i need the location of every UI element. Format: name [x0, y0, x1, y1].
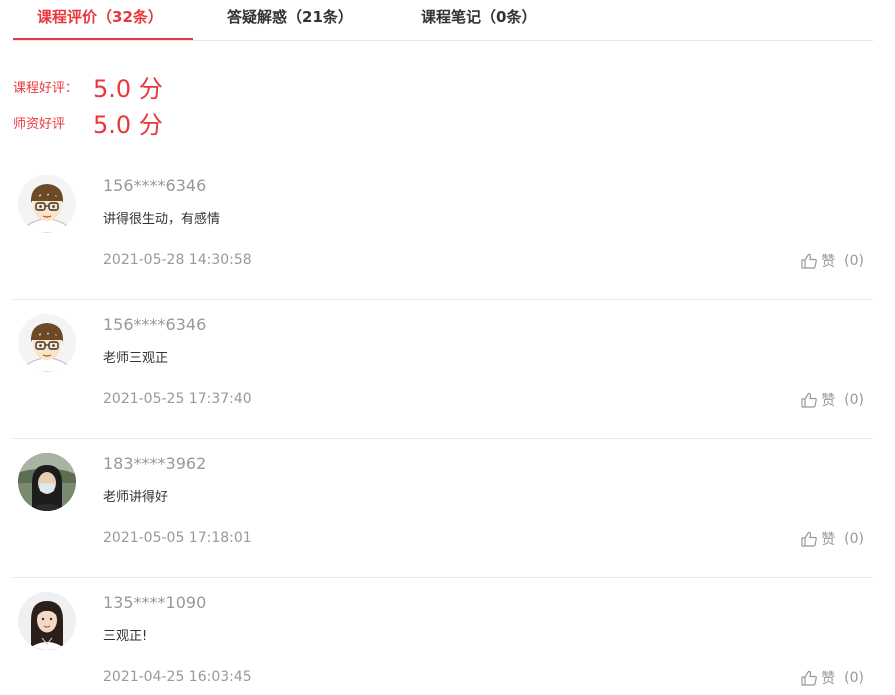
like-count: (0) — [844, 670, 864, 686]
comment-item: 183****3962 老师讲得好 2021-05-05 17:18:01 赞 … — [13, 439, 873, 578]
comment-item: 156****6346 讲得很生动，有感情 2021-05-28 14:30:5… — [13, 161, 873, 300]
thumbs-up-icon — [801, 392, 818, 408]
thumbs-up-icon — [801, 670, 818, 686]
active-tab-underline — [13, 38, 193, 40]
comment-username: 156****6346 — [103, 315, 207, 334]
comment-timestamp: 2021-04-25 16:03:45 — [103, 669, 252, 685]
teacher-rating-label: 师资好评 — [13, 117, 66, 132]
comment-username: 135****1090 — [103, 593, 207, 612]
comment-text: 老师讲得好 — [103, 490, 169, 505]
like-button[interactable]: 赞 (0) — [800, 251, 864, 271]
comment-text: 三观正! — [103, 629, 148, 644]
like-label: 赞 — [821, 532, 836, 548]
course-rating-label: 课程好评： — [13, 81, 79, 96]
photo-woman-portrait-avatar — [18, 592, 76, 650]
comment-username: 156****6346 — [103, 176, 207, 195]
course-rating-value: 5.0 分 — [93, 75, 163, 103]
tab-qa[interactable]: 答疑解惑（21条） — [227, 6, 353, 27]
cartoon-boy-avatar — [18, 175, 76, 233]
like-button[interactable]: 赞 (0) — [800, 390, 864, 410]
photo-masked-woman-avatar — [18, 453, 76, 511]
like-count: (0) — [844, 253, 864, 269]
tab-course-reviews[interactable]: 课程评价（32条） — [37, 6, 163, 27]
comment-username: 183****3962 — [103, 454, 207, 473]
like-button[interactable]: 赞 (0) — [800, 529, 864, 549]
comment-text: 老师三观正 — [103, 351, 169, 366]
comment-timestamp: 2021-05-25 17:37:40 — [103, 391, 252, 407]
thumbs-up-icon — [801, 253, 818, 269]
like-label: 赞 — [821, 393, 836, 409]
cartoon-boy-avatar — [18, 314, 76, 372]
like-count: (0) — [844, 531, 864, 547]
thumbs-up-icon — [801, 531, 818, 547]
tab-course-notes[interactable]: 课程笔记（0条） — [421, 6, 536, 27]
teacher-rating-value: 5.0 分 — [93, 111, 163, 139]
comment-item: 135****1090 三观正! 2021-04-25 16:03:45 赞 (… — [13, 578, 873, 695]
tab-bar: 课程评价（32条） 答疑解惑（21条） 课程笔记（0条） — [13, 0, 873, 41]
like-label: 赞 — [821, 254, 836, 270]
comment-text: 讲得很生动，有感情 — [103, 212, 221, 227]
like-count: (0) — [844, 392, 864, 408]
like-label: 赞 — [821, 671, 836, 687]
comment-timestamp: 2021-05-28 14:30:58 — [103, 252, 252, 268]
comment-timestamp: 2021-05-05 17:18:01 — [103, 530, 252, 546]
course-comments-page: 课程评价（32条） 答疑解惑（21条） 课程笔记（0条） 课程好评： 5.0 分… — [0, 0, 895, 695]
like-button[interactable]: 赞 (0) — [800, 668, 864, 688]
comment-item: 156****6346 老师三观正 2021-05-25 17:37:40 赞 … — [13, 300, 873, 439]
